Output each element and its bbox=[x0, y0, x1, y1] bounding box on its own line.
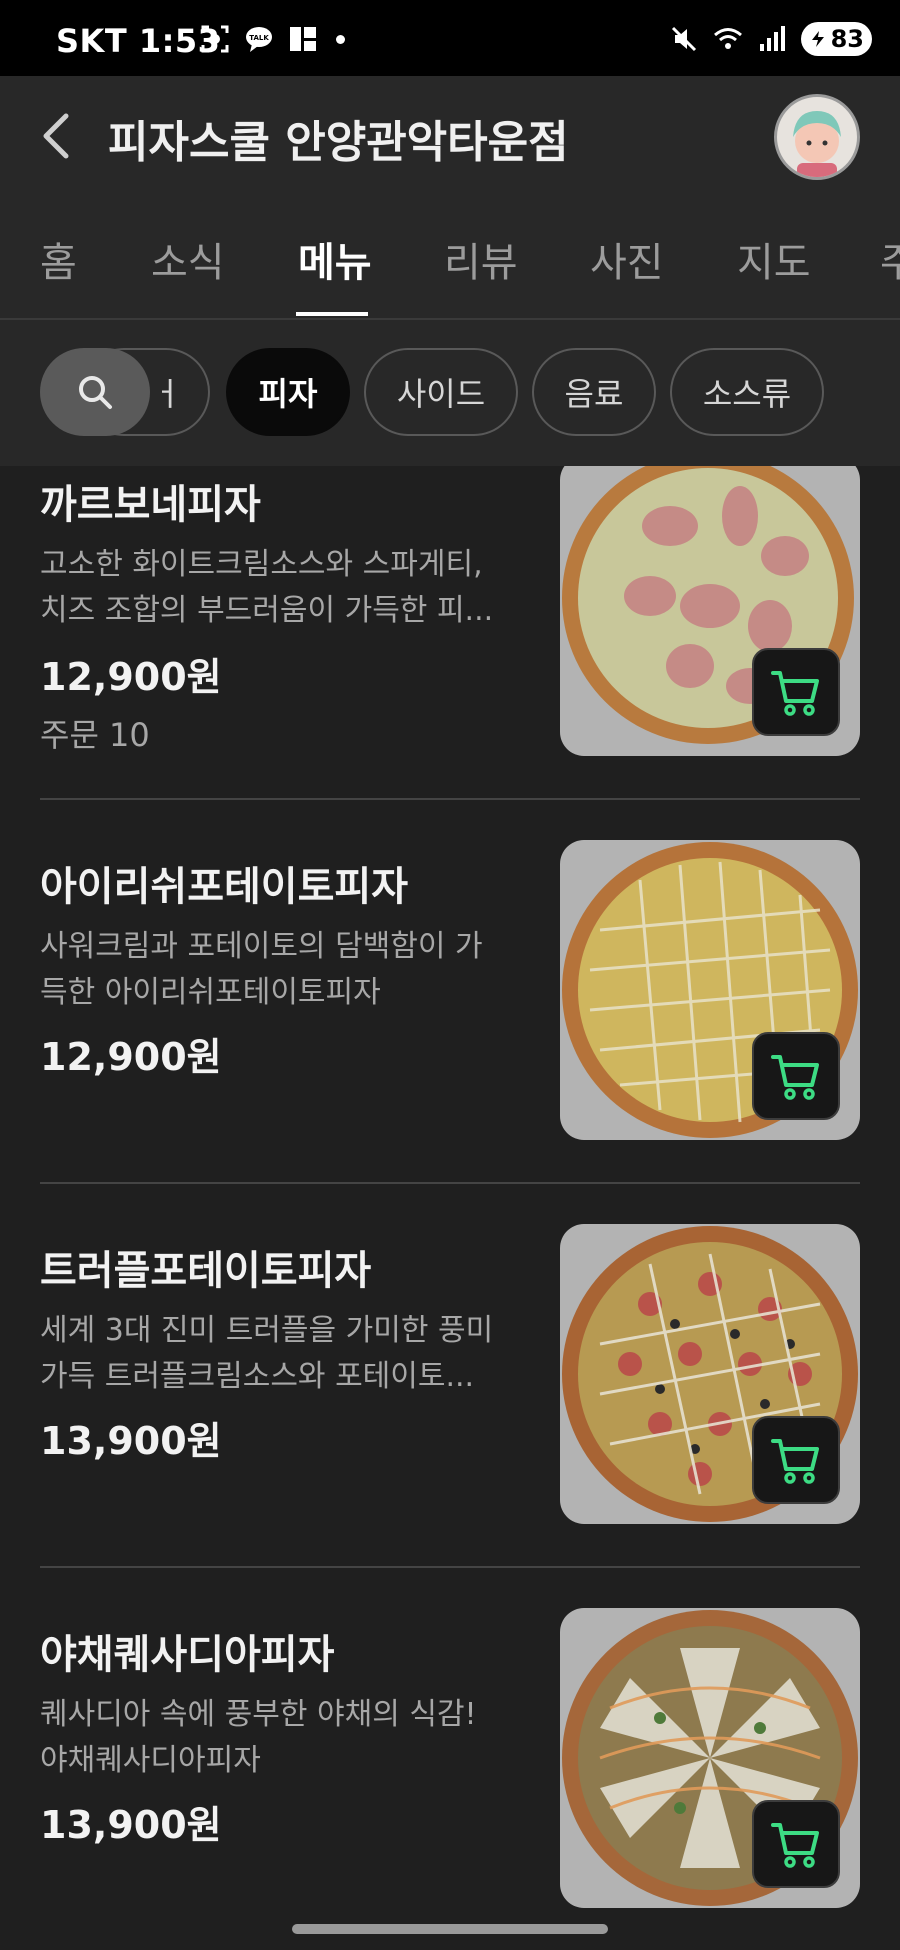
notification-icons: TALK bbox=[200, 24, 345, 54]
store-tabs: 홈 소식 메뉴 리뷰 사진 지도 주 bbox=[0, 200, 900, 320]
tab-home[interactable]: 홈 bbox=[40, 230, 77, 288]
app-icon bbox=[290, 27, 316, 51]
menu-item-name: 아이리쉬포테이토피자 bbox=[40, 864, 408, 910]
menu-item-price: 12,900원 bbox=[40, 655, 222, 699]
cart-icon bbox=[771, 1823, 819, 1868]
battery-level: 83 bbox=[830, 25, 864, 53]
add-to-cart-button[interactable] bbox=[752, 1800, 840, 1888]
menu-item-price: 13,900원 bbox=[40, 1419, 222, 1463]
avatar-character-icon bbox=[793, 111, 841, 177]
back-button[interactable] bbox=[32, 106, 80, 166]
menu-item-description: 고소한 화이트크림소스와 스파게티, 치즈 조합의 부드러움이 가득한 피... bbox=[40, 547, 494, 628]
add-to-cart-button[interactable] bbox=[752, 1416, 840, 1504]
menu-item-carbonara[interactable]: 까르보네피자 고소한 화이트크림소스와 스파게티, 치즈 조합의 부드러움이 가… bbox=[0, 466, 900, 798]
menu-item-veggie-quesadilla[interactable]: 야채퀘사디아피자 퀘사디아 속에 풍부한 야채의 식감! 야채퀘사디아피자 13… bbox=[0, 1568, 900, 1912]
chip-pizza[interactable]: 피자 bbox=[226, 348, 350, 436]
carrier-time: SKT 1:53 bbox=[56, 22, 221, 60]
menu-item-photo bbox=[560, 466, 860, 756]
search-icon bbox=[79, 376, 112, 409]
battery-indicator: 83 bbox=[800, 22, 872, 56]
charging-icon bbox=[811, 31, 824, 47]
tab-news[interactable]: 소식 bbox=[151, 230, 225, 288]
add-to-cart-button[interactable] bbox=[752, 1032, 840, 1120]
svg-text:TALK: TALK bbox=[249, 34, 269, 42]
home-indicator[interactable] bbox=[292, 1924, 608, 1934]
more-notifications-dot bbox=[336, 34, 345, 44]
system-icons: 83 bbox=[669, 22, 872, 56]
tab-photos[interactable]: 사진 bbox=[590, 230, 664, 288]
menu-item-name: 트러플포테이토피자 bbox=[40, 1248, 372, 1294]
cart-icon bbox=[771, 671, 819, 716]
chip-sauces[interactable]: 소스류 bbox=[670, 348, 824, 436]
menu-item-price: 13,900원 bbox=[40, 1803, 222, 1847]
store-header: 피자스쿨 안양관악타운점 bbox=[0, 76, 900, 200]
status-bar: SKT 1:53 TALK 83 bbox=[0, 0, 900, 76]
wifi-icon bbox=[713, 28, 742, 49]
talk-icon: TALK bbox=[246, 27, 272, 52]
menu-item-description: 퀘사디아 속에 풍부한 야채의 식감! 야채퀘사디아피자 bbox=[40, 1697, 477, 1778]
menu-item-photo bbox=[560, 840, 860, 1140]
cart-icon bbox=[771, 1439, 819, 1484]
chip-drinks[interactable]: 음료 bbox=[532, 348, 656, 436]
menu-item-name: 야채퀘사디아피자 bbox=[40, 1632, 335, 1678]
menu-item-irish-potato[interactable]: 아이리쉬포테이토피자 사워크림과 포테이토의 담백함이 가 득한 아이리쉬포테이… bbox=[0, 800, 900, 1182]
menu-item-description: 사워크림과 포테이토의 담백함이 가 득한 아이리쉬포테이토피자 bbox=[40, 929, 483, 1010]
menu-item-name: 까르보네피자 bbox=[40, 482, 261, 528]
menu-item-photo bbox=[560, 1608, 860, 1908]
category-chip-bar: ㅓ 피자 사이드 음료 소스류 bbox=[0, 320, 900, 466]
tab-map[interactable]: 지도 bbox=[737, 230, 811, 288]
active-tab-indicator bbox=[296, 312, 368, 316]
scan-icon bbox=[201, 25, 229, 53]
menu-item-description: 세계 3대 진미 트러플을 가미한 풍미 가득 트러플크림소스와 포테이토... bbox=[40, 1313, 494, 1394]
tab-menu[interactable]: 메뉴 bbox=[298, 230, 372, 288]
add-to-cart-button[interactable] bbox=[752, 648, 840, 736]
tab-reviews[interactable]: 리뷰 bbox=[444, 230, 518, 288]
chip-side[interactable]: 사이드 bbox=[364, 348, 518, 436]
mute-icon bbox=[671, 26, 696, 52]
store-title: 피자스쿨 안양관악타운점 bbox=[108, 117, 569, 168]
menu-item-truffle-potato[interactable]: 트러플포테이토피자 세계 3대 진미 트러플을 가미한 풍미 가득 트러플크림소… bbox=[0, 1184, 900, 1566]
menu-list: 까르보네피자 고소한 화이트크림소스와 스파게티, 치즈 조합의 부드러움이 가… bbox=[0, 466, 900, 1912]
profile-avatar[interactable] bbox=[774, 94, 860, 180]
menu-search-button[interactable] bbox=[40, 348, 150, 436]
cart-icon bbox=[771, 1055, 819, 1100]
menu-item-price: 12,900원 bbox=[40, 1035, 222, 1079]
tab-more[interactable]: 주 bbox=[880, 230, 900, 288]
signal-icon bbox=[759, 26, 785, 51]
menu-item-photo bbox=[560, 1224, 860, 1524]
menu-item-order-count: 주문 10 bbox=[40, 716, 150, 754]
